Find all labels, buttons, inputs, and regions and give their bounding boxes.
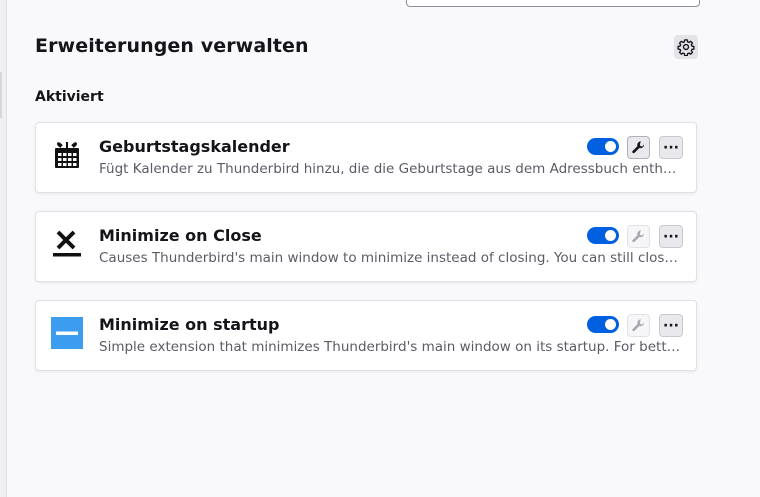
options-button[interactable] bbox=[627, 136, 650, 159]
extension-card-minimize-on-close[interactable]: Minimize on Close Causes Thunderbird's m… bbox=[35, 211, 697, 282]
extension-description: Causes Thunderbird's main window to mini… bbox=[99, 250, 682, 266]
enable-toggle[interactable] bbox=[587, 227, 619, 244]
sidebar-selection-marker bbox=[0, 72, 2, 118]
wrench-icon bbox=[632, 230, 645, 243]
wrench-icon bbox=[632, 319, 645, 332]
extension-card-geburtstagskalender[interactable]: Geburtstagskalender Fügt Kalender zu Thu… bbox=[35, 122, 697, 193]
options-button[interactable] bbox=[627, 225, 650, 248]
calendar-gift-icon bbox=[50, 138, 84, 172]
more-options-button[interactable]: ··· bbox=[659, 314, 683, 337]
minimize-startup-icon bbox=[50, 316, 84, 350]
section-label-enabled: Aktiviert bbox=[35, 89, 104, 105]
extension-description: Fügt Kalender zu Thunderbird hinzu, die … bbox=[99, 161, 682, 177]
enable-toggle[interactable] bbox=[587, 316, 619, 333]
settings-button[interactable] bbox=[674, 35, 698, 59]
extension-description: Simple extension that minimizes Thunderb… bbox=[99, 339, 682, 355]
extension-name: Geburtstagskalender bbox=[99, 137, 290, 156]
enable-toggle[interactable] bbox=[587, 138, 619, 155]
extension-card-minimize-on-startup[interactable]: Minimize on startup Simple extension tha… bbox=[35, 300, 697, 371]
extension-name: Minimize on Close bbox=[99, 226, 262, 245]
extension-name: Minimize on startup bbox=[99, 315, 280, 334]
minimize-close-icon bbox=[50, 227, 84, 261]
wrench-icon bbox=[632, 141, 645, 154]
options-button[interactable] bbox=[627, 314, 650, 337]
more-options-button[interactable]: ··· bbox=[659, 136, 683, 159]
gear-icon bbox=[677, 39, 695, 56]
search-input[interactable] bbox=[406, 0, 700, 7]
more-options-button[interactable]: ··· bbox=[659, 225, 683, 248]
page-title: Erweiterungen verwalten bbox=[35, 35, 309, 57]
